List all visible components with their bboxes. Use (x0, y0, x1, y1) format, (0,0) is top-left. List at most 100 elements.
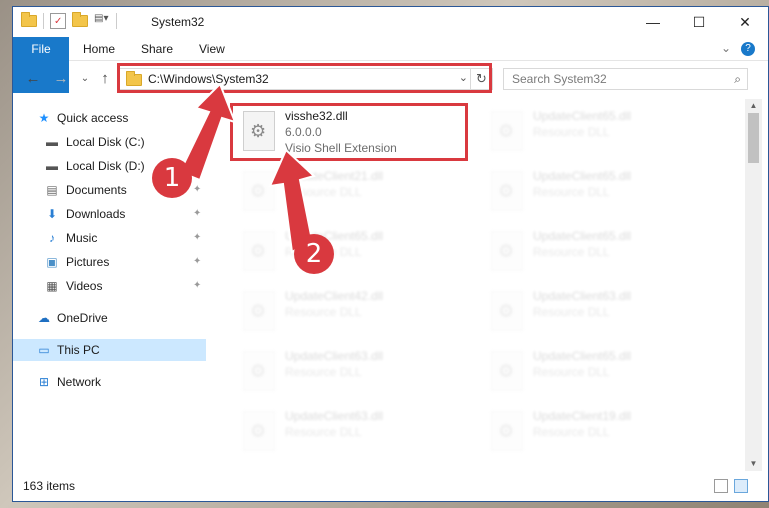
search-box[interactable]: Search System32 ⌕ (503, 68, 748, 90)
file-item[interactable]: UpdateClient65.dll Resource DLL (481, 345, 711, 401)
file-highlight-box (230, 103, 468, 161)
tab-share[interactable]: Share (129, 37, 185, 61)
star-icon: ★ (38, 111, 50, 125)
file-item[interactable]: UpdateClient65.dll Resource DLL (233, 225, 463, 281)
file-description: Resource DLL (285, 425, 362, 439)
sidebar-item-local-disk-c[interactable]: ▬ Local Disk (C:) ✦ (13, 131, 206, 153)
file-name: UpdateClient65.dll (533, 229, 632, 243)
sidebar-item-network[interactable]: ⊞ Network (13, 371, 206, 393)
toolbar-divider (116, 13, 117, 29)
file-item[interactable]: UpdateClient63.dll Resource DLL (233, 405, 463, 461)
dll-file-icon (491, 351, 523, 391)
folder-icon (21, 12, 37, 27)
sidebar-item-downloads[interactable]: ⬇ Downloads ✦ (13, 203, 206, 225)
cloud-icon: ☁ (38, 311, 50, 325)
expand-ribbon-icon[interactable]: ⌄ (721, 41, 731, 55)
video-icon: ▦ (46, 279, 58, 293)
dll-file-icon (491, 111, 523, 151)
sidebar-item-label: Local Disk (D:) (66, 159, 145, 173)
dll-file-icon (243, 291, 275, 331)
file-item[interactable]: UpdateClient42.dll Resource DLL (233, 285, 463, 341)
tab-view[interactable]: View (187, 37, 237, 61)
scroll-down-icon[interactable]: ▼ (745, 457, 762, 471)
title-bar: ✓ ▤▾ System32 — ☐ ✕ (13, 7, 768, 37)
sidebar-item-label: Quick access (57, 111, 129, 125)
pin-icon[interactable]: ✦ (193, 155, 201, 177)
file-item[interactable]: UpdateClient65.dll Resource DLL (481, 225, 711, 281)
dll-file-icon (491, 291, 523, 331)
details-view-icon[interactable] (714, 479, 728, 493)
file-name: UpdateClient21.dll (285, 169, 384, 183)
large-icons-view-icon[interactable] (734, 479, 748, 493)
file-description: Resource DLL (533, 425, 610, 439)
sidebar-item-label: This PC (57, 343, 100, 357)
file-description: Resource DLL (533, 245, 610, 259)
navigation-pane: ★ Quick access ▬ Local Disk (C:) ✦ ▬ Loc… (13, 99, 206, 471)
maximize-button[interactable]: ☐ (676, 7, 722, 37)
step-badge-2: 2 (294, 234, 334, 274)
file-name: UpdateClient42.dll (285, 289, 384, 303)
file-name: UpdateClient19.dll (533, 409, 632, 423)
file-description: Resource DLL (533, 125, 610, 139)
quick-access-toolbar: ✓ ▤▾ (21, 12, 117, 29)
sidebar-item-quick-access[interactable]: ★ Quick access (13, 107, 206, 129)
file-description: Resource DLL (533, 185, 610, 199)
sidebar-item-videos[interactable]: ▦ Videos ✦ (13, 275, 206, 297)
vertical-scrollbar[interactable]: ▲ ▼ (745, 99, 762, 471)
file-item[interactable]: UpdateClient19.dll Resource DLL (481, 405, 711, 461)
back-button[interactable]: ← (23, 69, 43, 89)
file-description: Resource DLL (533, 365, 610, 379)
dll-file-icon (243, 411, 275, 451)
sidebar-item-this-pc[interactable]: ▭ This PC (13, 339, 206, 361)
sidebar-item-pictures[interactable]: ▣ Pictures ✦ (13, 251, 206, 273)
file-item[interactable]: UpdateClient21.dll Resource DLL (233, 165, 463, 221)
computer-icon: ▭ (38, 343, 50, 357)
scroll-up-icon[interactable]: ▲ (745, 99, 762, 113)
file-name: UpdateClient65.dll (533, 109, 632, 123)
file-name: UpdateClient63.dll (533, 289, 632, 303)
search-icon[interactable]: ⌕ (734, 72, 741, 87)
network-icon: ⊞ (38, 375, 50, 389)
forward-button[interactable]: → (51, 69, 71, 89)
search-input[interactable]: Search System32 (512, 72, 607, 86)
sidebar-item-label: Documents (66, 183, 127, 197)
document-icon: ▤ (46, 183, 58, 197)
file-item[interactable]: UpdateClient65.dll Resource DLL (481, 105, 711, 161)
file-item[interactable]: UpdateClient65.dll Resource DLL (481, 165, 711, 221)
sidebar-item-label: Network (57, 375, 102, 389)
tab-home[interactable]: Home (71, 37, 127, 61)
minimize-button[interactable]: — (630, 7, 676, 37)
sidebar-item-label: Local Disk (C:) (66, 135, 145, 149)
sidebar-item-label: Pictures (66, 255, 110, 269)
window-title: System32 (151, 15, 205, 29)
download-icon: ⬇ (46, 207, 58, 221)
sidebar-item-music[interactable]: ♪ Music ✦ (13, 227, 206, 249)
pictures-icon: ▣ (46, 255, 58, 269)
help-icon[interactable]: ? (741, 42, 755, 56)
scrollbar-thumb[interactable] (748, 113, 759, 163)
recent-locations-button[interactable]: ⌄ (75, 69, 95, 89)
new-folder-icon[interactable] (72, 12, 88, 27)
sidebar-item-label: Videos (66, 279, 103, 293)
pin-icon[interactable]: ✦ (193, 275, 201, 297)
customize-toolbar-icon[interactable]: ▤▾ (94, 13, 110, 29)
up-button[interactable]: ↑ (95, 69, 115, 89)
file-name: UpdateClient63.dll (285, 349, 384, 363)
file-description: Resource DLL (285, 185, 362, 199)
file-description: Resource DLL (533, 305, 610, 319)
pin-icon[interactable]: ✦ (193, 179, 201, 201)
close-button[interactable]: ✕ (722, 7, 768, 37)
address-highlight-box (117, 63, 492, 93)
sidebar-item-onedrive[interactable]: ☁ OneDrive (13, 307, 206, 329)
pin-icon[interactable]: ✦ (193, 203, 201, 225)
properties-icon[interactable]: ✓ (50, 13, 66, 29)
file-item[interactable]: UpdateClient63.dll Resource DLL (481, 285, 711, 341)
pin-icon[interactable]: ✦ (193, 227, 201, 249)
file-description: Resource DLL (285, 305, 362, 319)
drive-icon: ▬ (46, 159, 58, 173)
file-name: UpdateClient63.dll (285, 409, 384, 423)
file-item[interactable]: UpdateClient63.dll Resource DLL (233, 345, 463, 401)
file-name: UpdateClient65.dll (533, 169, 632, 183)
pin-icon[interactable]: ✦ (193, 251, 201, 273)
pin-icon[interactable]: ✦ (193, 131, 201, 153)
